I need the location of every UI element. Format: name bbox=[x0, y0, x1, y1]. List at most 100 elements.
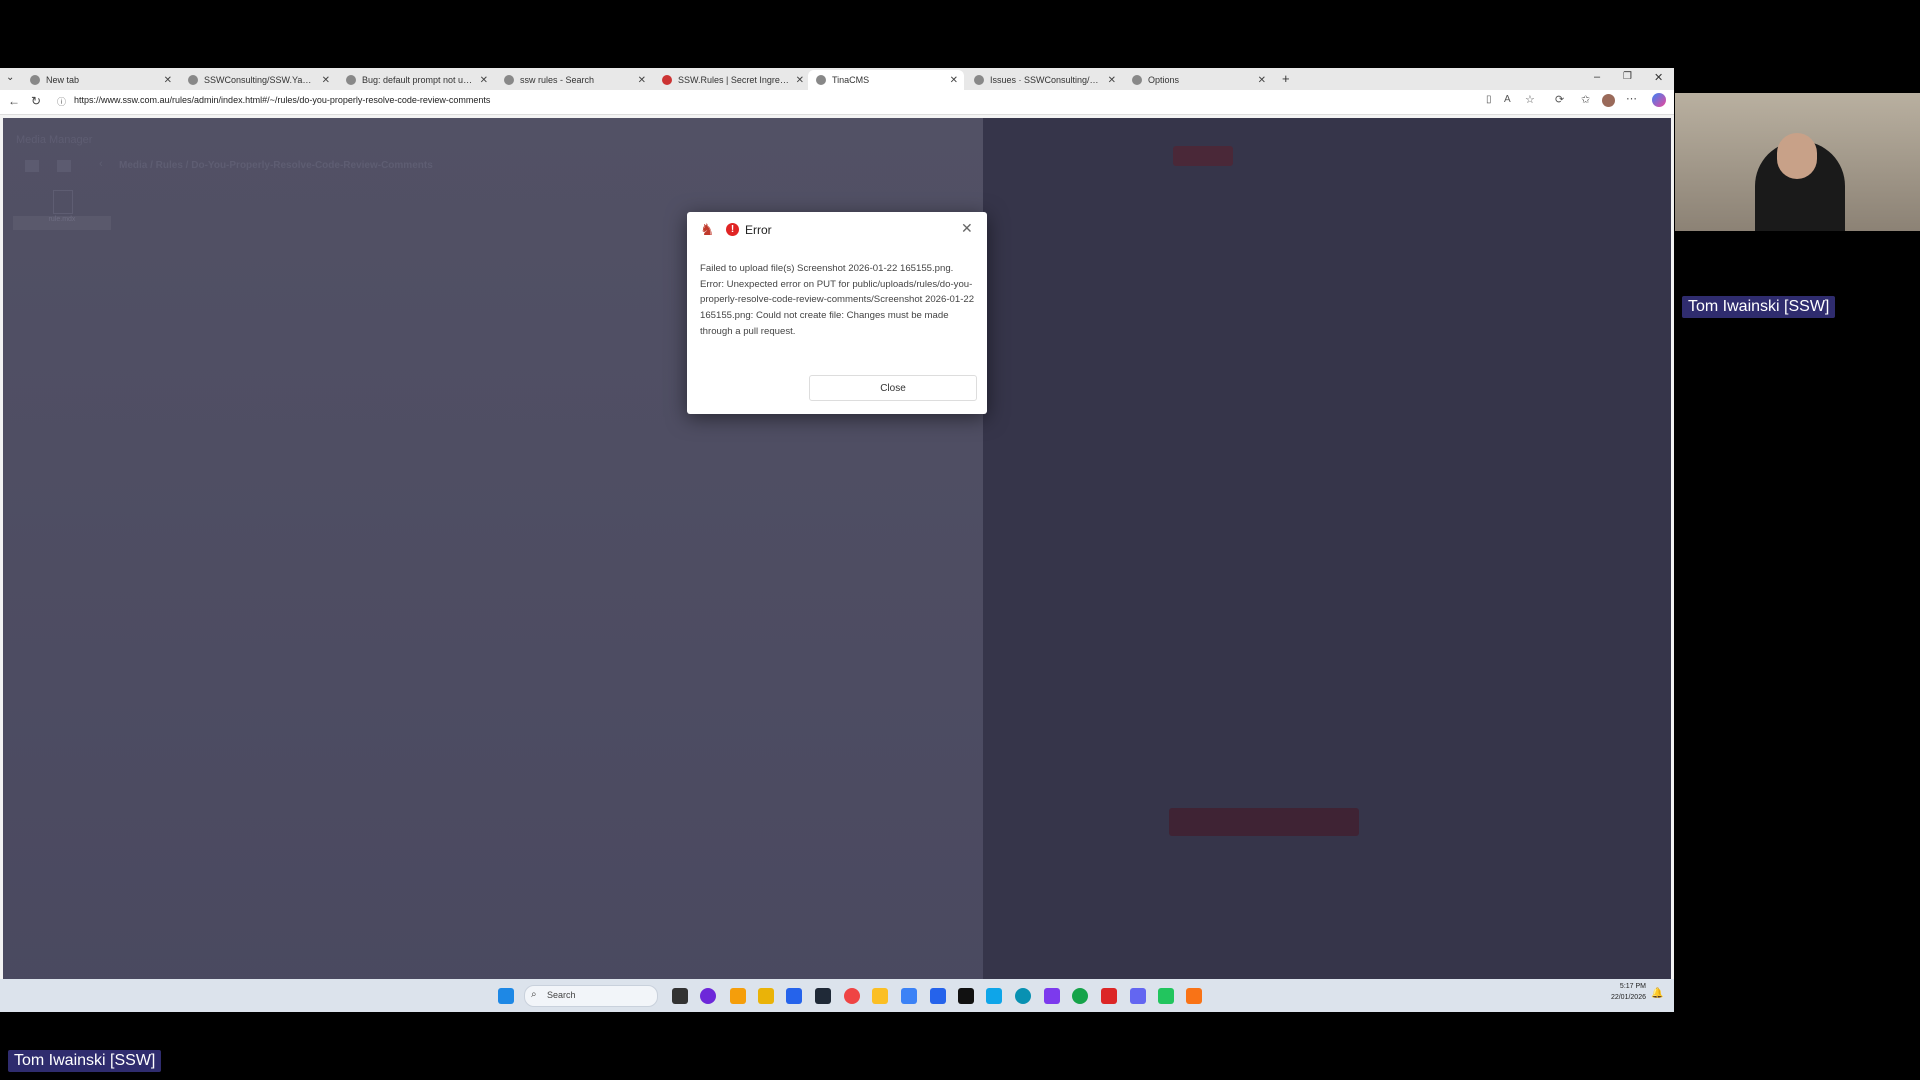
app-icon-1[interactable] bbox=[700, 988, 716, 1004]
error-icon: ! bbox=[726, 223, 739, 236]
tab-options[interactable]: Options ✕ bbox=[1124, 70, 1272, 90]
github-icon bbox=[346, 75, 356, 85]
save-button[interactable] bbox=[1173, 146, 1233, 166]
close-icon[interactable]: ✕ bbox=[961, 220, 973, 237]
dialog-title: Error bbox=[745, 223, 772, 237]
list-view-icon[interactable] bbox=[57, 160, 71, 172]
close-button[interactable]: Close bbox=[809, 375, 977, 401]
close-icon[interactable]: ✕ bbox=[164, 75, 172, 86]
tab-tinacms[interactable]: TinaCMS ✕ bbox=[808, 70, 964, 90]
task-view-icon[interactable] bbox=[672, 988, 688, 1004]
tab-label: New tab bbox=[46, 75, 80, 85]
taskbar-search[interactable]: ⌕ Search bbox=[524, 985, 658, 1007]
minimize-button[interactable]: – bbox=[1594, 71, 1600, 83]
action-button[interactable] bbox=[1169, 808, 1359, 836]
tab-label: Options bbox=[1148, 75, 1180, 85]
tab-strip: ⌄ New tab ✕ SSWConsulting/SSW.YakShaver.D… bbox=[0, 68, 1674, 90]
refresh-extension-icon[interactable]: ⟳ bbox=[1555, 93, 1564, 106]
tab-label: Issues · SSWConsulting/SSW.Rul bbox=[990, 75, 1102, 85]
edge-icon[interactable] bbox=[1015, 988, 1031, 1004]
tab-search[interactable]: ssw rules - Search ✕ bbox=[496, 70, 652, 90]
url-field[interactable]: https://www.ssw.com.au/rules/admin/index… bbox=[74, 95, 490, 105]
error-message: Failed to upload file(s) Screenshot 2026… bbox=[700, 263, 975, 337]
window-close-button[interactable]: ✕ bbox=[1654, 71, 1663, 84]
tab-bug[interactable]: Bug: default prompt not using ✕ bbox=[338, 70, 494, 90]
tab-label: TinaCMS bbox=[832, 75, 870, 85]
taskbar: ⌕ Search 5:17 PM 22/01/2026 🔔 bbox=[0, 979, 1674, 1012]
start-icon[interactable] bbox=[498, 988, 514, 1004]
media-manager-title: Media Manager bbox=[16, 134, 93, 146]
profile-avatar[interactable] bbox=[1602, 94, 1615, 107]
file-explorer-icon[interactable] bbox=[758, 988, 774, 1004]
app-icon-2[interactable] bbox=[844, 988, 860, 1004]
page-icon bbox=[30, 75, 40, 85]
github-icon bbox=[974, 75, 984, 85]
tab-ssw-rules[interactable]: SSW.Rules | Secret Ingredients fo ✕ bbox=[654, 70, 810, 90]
tab-label: SSWConsulting/SSW.YakShaver.D bbox=[204, 75, 316, 85]
back-icon[interactable]: ← bbox=[8, 94, 20, 108]
close-icon[interactable]: ✕ bbox=[950, 75, 958, 86]
presenter-name-badge: Tom Iwainski [SSW] bbox=[8, 1050, 162, 1072]
vscode-icon[interactable] bbox=[986, 988, 1002, 1004]
tab-yakshaver[interactable]: SSWConsulting/SSW.YakShaver.D ✕ bbox=[180, 70, 336, 90]
tab-new-tab[interactable]: New tab ✕ bbox=[22, 70, 178, 90]
back-arrow-icon[interactable]: ‹ bbox=[99, 158, 103, 170]
breadcrumb: Media / Rules / Do-You-Properly-Resolve-… bbox=[119, 160, 433, 171]
address-bar: ← ↻ ⓘ https://www.ssw.com.au/rules/admin… bbox=[0, 90, 1674, 115]
search-icon bbox=[504, 75, 514, 85]
tab-issues[interactable]: Issues · SSWConsulting/SSW.Rul ✕ bbox=[966, 70, 1122, 90]
rule-editor-pane bbox=[983, 118, 1671, 1010]
new-tab-button[interactable]: + bbox=[1282, 71, 1290, 86]
close-icon[interactable]: ✕ bbox=[480, 75, 488, 86]
browser-window: ⌄ New tab ✕ SSWConsulting/SSW.YakShaver.D… bbox=[0, 68, 1674, 1012]
restore-button[interactable]: ❐ bbox=[1623, 71, 1632, 82]
copilot-icon[interactable] bbox=[1652, 93, 1666, 107]
favorites-icon[interactable]: ✩ bbox=[1581, 93, 1590, 106]
app-icon-8[interactable] bbox=[1158, 988, 1174, 1004]
visual-studio-icon[interactable] bbox=[1044, 988, 1060, 1004]
read-aloud-icon[interactable]: A bbox=[1504, 94, 1511, 105]
teams-icon[interactable] bbox=[1130, 988, 1146, 1004]
github-icon bbox=[188, 75, 198, 85]
favorite-icon[interactable]: ☆ bbox=[1525, 93, 1535, 106]
clock-time: 5:17 PM bbox=[1619, 983, 1646, 990]
webcam-name-badge: Tom Iwainski [SSW] bbox=[1682, 296, 1836, 318]
close-icon[interactable]: ✕ bbox=[322, 75, 330, 86]
close-icon[interactable]: ✕ bbox=[638, 75, 646, 86]
tab-list-icon[interactable]: ⌄ bbox=[6, 72, 14, 83]
close-icon[interactable]: ✕ bbox=[796, 75, 804, 86]
terminal-icon[interactable] bbox=[815, 988, 831, 1004]
app-icon-7[interactable] bbox=[1101, 988, 1117, 1004]
app-icon-4[interactable] bbox=[901, 988, 917, 1004]
tab-label: SSW.Rules | Secret Ingredients fo bbox=[678, 75, 790, 85]
notification-icon[interactable]: 🔔 bbox=[1651, 988, 1663, 999]
app-icon-5[interactable] bbox=[930, 988, 946, 1004]
refresh-icon[interactable]: ↻ bbox=[31, 94, 41, 108]
person-face bbox=[1777, 133, 1817, 179]
error-dialog: ♞ ! Error ✕ Failed to upload file(s) Scr… bbox=[687, 212, 987, 414]
search-icon: ⌕ bbox=[531, 989, 537, 1000]
github-icon bbox=[1132, 75, 1142, 85]
ssw-icon bbox=[662, 75, 672, 85]
close-icon[interactable]: ✕ bbox=[1108, 75, 1116, 86]
tab-label: ssw rules - Search bbox=[520, 75, 595, 85]
app-icon-9[interactable] bbox=[1186, 988, 1202, 1004]
search-placeholder: Search bbox=[547, 990, 576, 1000]
chrome-icon[interactable] bbox=[1072, 988, 1088, 1004]
reader-icon[interactable]: ▯ bbox=[1486, 94, 1492, 105]
app-icon-3[interactable] bbox=[872, 988, 888, 1004]
file-icon bbox=[53, 190, 73, 214]
media-tile-label: rule.mdx bbox=[13, 216, 111, 230]
copilot-taskbar-icon[interactable] bbox=[730, 988, 746, 1004]
media-tile[interactable]: rule.mdx bbox=[13, 182, 111, 230]
tina-llama-icon: ♞ bbox=[700, 222, 715, 239]
store-icon[interactable] bbox=[786, 988, 802, 1004]
close-icon[interactable]: ✕ bbox=[1258, 75, 1266, 86]
tab-label: Bug: default prompt not using bbox=[362, 75, 474, 85]
more-icon[interactable]: ⋯ bbox=[1626, 92, 1637, 105]
grid-view-icon[interactable] bbox=[25, 160, 39, 172]
site-info-icon[interactable]: ⓘ bbox=[57, 95, 66, 108]
globe-icon bbox=[816, 75, 826, 85]
webcam-feed bbox=[1675, 93, 1920, 231]
app-icon-6[interactable] bbox=[958, 988, 974, 1004]
